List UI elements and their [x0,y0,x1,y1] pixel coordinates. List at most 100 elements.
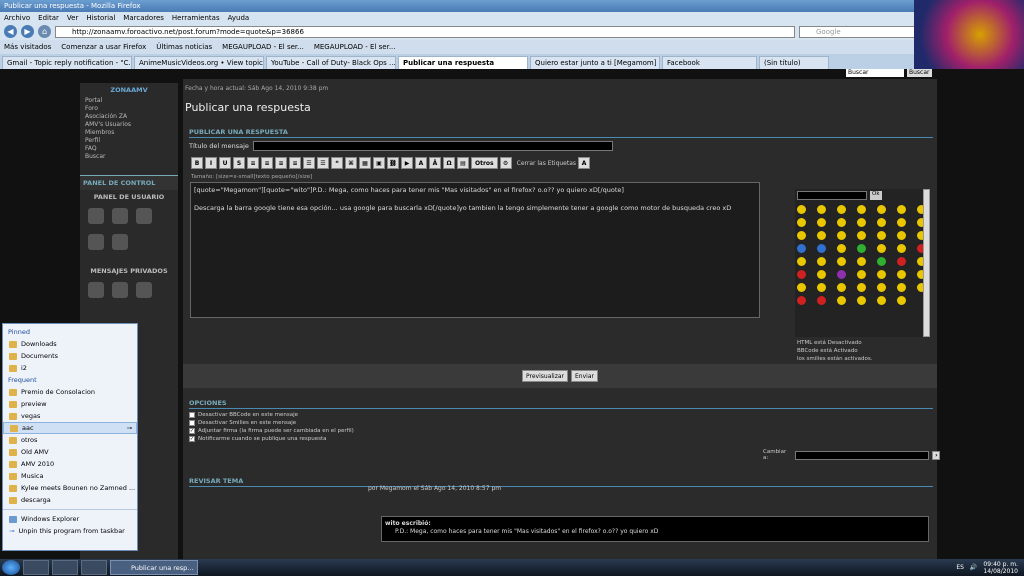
site-search-input[interactable]: Buscar [846,69,904,77]
smiley-icon[interactable] [817,231,826,240]
language-indicator[interactable]: ES [956,564,964,571]
menu-ver[interactable]: Ver [67,14,78,22]
jump-item[interactable]: Premio de Consolacion [3,386,137,398]
volume-icon[interactable]: 🔊 [970,564,977,571]
outbox-icon[interactable] [112,282,128,298]
smiley-icon[interactable] [797,205,806,214]
explorer-icon[interactable] [23,560,49,575]
smiley-icon[interactable] [877,296,886,305]
numbered-list-icon[interactable]: ☰ [317,157,329,169]
video-icon[interactable]: ▶ [401,157,413,169]
menu-marcadores[interactable]: Marcadores [123,14,164,22]
jump-item[interactable]: Old AMV [3,446,137,458]
align-right-icon[interactable]: ≡ [275,157,287,169]
back-icon[interactable]: ◀ [4,25,17,38]
smiley-icon[interactable] [857,257,866,266]
pin-icon[interactable]: ⊸ [127,424,136,432]
smiley-icon[interactable] [877,231,886,240]
smiley-icon[interactable] [877,283,886,292]
justify-icon[interactable]: ≡ [289,157,301,169]
forward-icon[interactable]: ▶ [21,25,34,38]
smiley-icon[interactable] [817,257,826,266]
smiley-icon[interactable] [817,244,826,253]
jump-item[interactable]: otros [3,434,137,446]
bookmark-item[interactable]: Más visitados [4,43,51,51]
smiley-icon[interactable] [857,244,866,253]
smiley-icon[interactable] [897,231,906,240]
menu-historial[interactable]: Historial [86,14,115,22]
strike-button[interactable]: S [233,157,245,169]
jump-item[interactable]: aac ⊸ [3,422,137,434]
subject-input[interactable] [252,141,613,151]
url-bar[interactable]: http://zonaamv.foroactivo.net/post.forum… [55,25,795,38]
underline-button[interactable]: U [219,157,231,169]
smilies-select[interactable] [797,191,867,200]
sidebar-link[interactable]: Foro [80,105,178,113]
menu-ayuda[interactable]: Ayuda [228,14,250,22]
smiley-icon[interactable] [857,296,866,305]
link-icon[interactable]: ⛓ [387,157,399,169]
inbox-icon[interactable] [88,282,104,298]
firefox-task[interactable]: Publicar una resp... [110,560,198,575]
smiley-icon[interactable] [897,218,906,227]
smiley-icon[interactable] [897,257,906,266]
hide-icon[interactable]: ▤ [457,157,469,169]
sidebar-link[interactable]: FAQ [80,145,178,153]
smiley-icon[interactable] [817,218,826,227]
smiley-icon[interactable] [817,283,826,292]
smiley-icon[interactable] [797,283,806,292]
smiley-icon[interactable] [857,218,866,227]
smiley-icon[interactable] [797,218,806,227]
smiley-icon[interactable] [857,205,866,214]
tab-youtube[interactable]: YouTube - Call of Duty- Black Ops ... [266,56,396,69]
pencil-icon[interactable] [136,208,152,224]
sidebar-link[interactable]: Perfil [80,137,178,145]
jump-item[interactable]: i2 [3,362,137,374]
jump-item[interactable]: descarga [3,494,137,506]
download-icon[interactable] [136,282,152,298]
home-icon[interactable]: ⌂ [38,25,51,38]
smiley-icon[interactable] [897,296,906,305]
smiley-icon[interactable] [837,218,846,227]
bookmark-item[interactable]: MEGAUPLOAD - El ser... [222,43,304,51]
smiley-icon[interactable] [897,283,906,292]
smiley-icon[interactable] [797,231,806,240]
smiley-icon[interactable] [817,296,826,305]
smiley-icon[interactable] [797,270,806,279]
jump-action[interactable]: ⊸ Unpin this program from taskbar [3,525,137,537]
app-icon[interactable] [81,560,107,575]
smiley-icon[interactable] [897,270,906,279]
sidebar-link[interactable]: Buscar [80,153,178,161]
smiley-icon[interactable] [837,244,846,253]
tab-sin-titulo[interactable]: (Sin título) [759,56,829,69]
user-icon[interactable] [88,208,104,224]
menu-archivo[interactable]: Archivo [4,14,30,22]
color-icon[interactable]: A [415,157,427,169]
tab-quiero[interactable]: Quiero estar junto a ti [Megamom] [530,56,660,69]
menu-herramientas[interactable]: Herramientas [172,14,220,22]
search-input[interactable]: Google [799,25,919,38]
switch-editor-icon[interactable]: A [578,157,591,169]
smiley-icon[interactable] [857,283,866,292]
jump-item[interactable]: AMV 2010 [3,458,137,470]
smiley-icon[interactable] [877,270,886,279]
jump-item[interactable]: Downloads [3,338,137,350]
message-textarea[interactable]: [quote="Megamom"][quote="wito"]P.D.: Meg… [190,182,760,318]
bookmark-item[interactable]: Últimas noticias [156,43,212,51]
sidebar-link[interactable]: Portal [80,97,178,105]
italic-button[interactable]: I [205,157,217,169]
smilies-scrollbar[interactable] [923,189,930,337]
smiley-icon[interactable] [837,296,846,305]
jump-item[interactable]: preview [3,398,137,410]
image-icon[interactable]: ▣ [373,157,385,169]
sidebar-link[interactable]: Miembros [80,129,178,137]
bold-button[interactable]: B [191,157,203,169]
smiley-icon[interactable] [837,270,846,279]
menu-editar[interactable]: Editar [38,14,59,22]
jump-action[interactable]: Windows Explorer [3,513,137,525]
smiley-icon[interactable] [837,283,846,292]
smiley-icon[interactable] [877,244,886,253]
list-icon[interactable]: ☰ [303,157,315,169]
gear-icon[interactable] [112,208,128,224]
bookmark-item[interactable]: MEGAUPLOAD - El ser... [314,43,396,51]
